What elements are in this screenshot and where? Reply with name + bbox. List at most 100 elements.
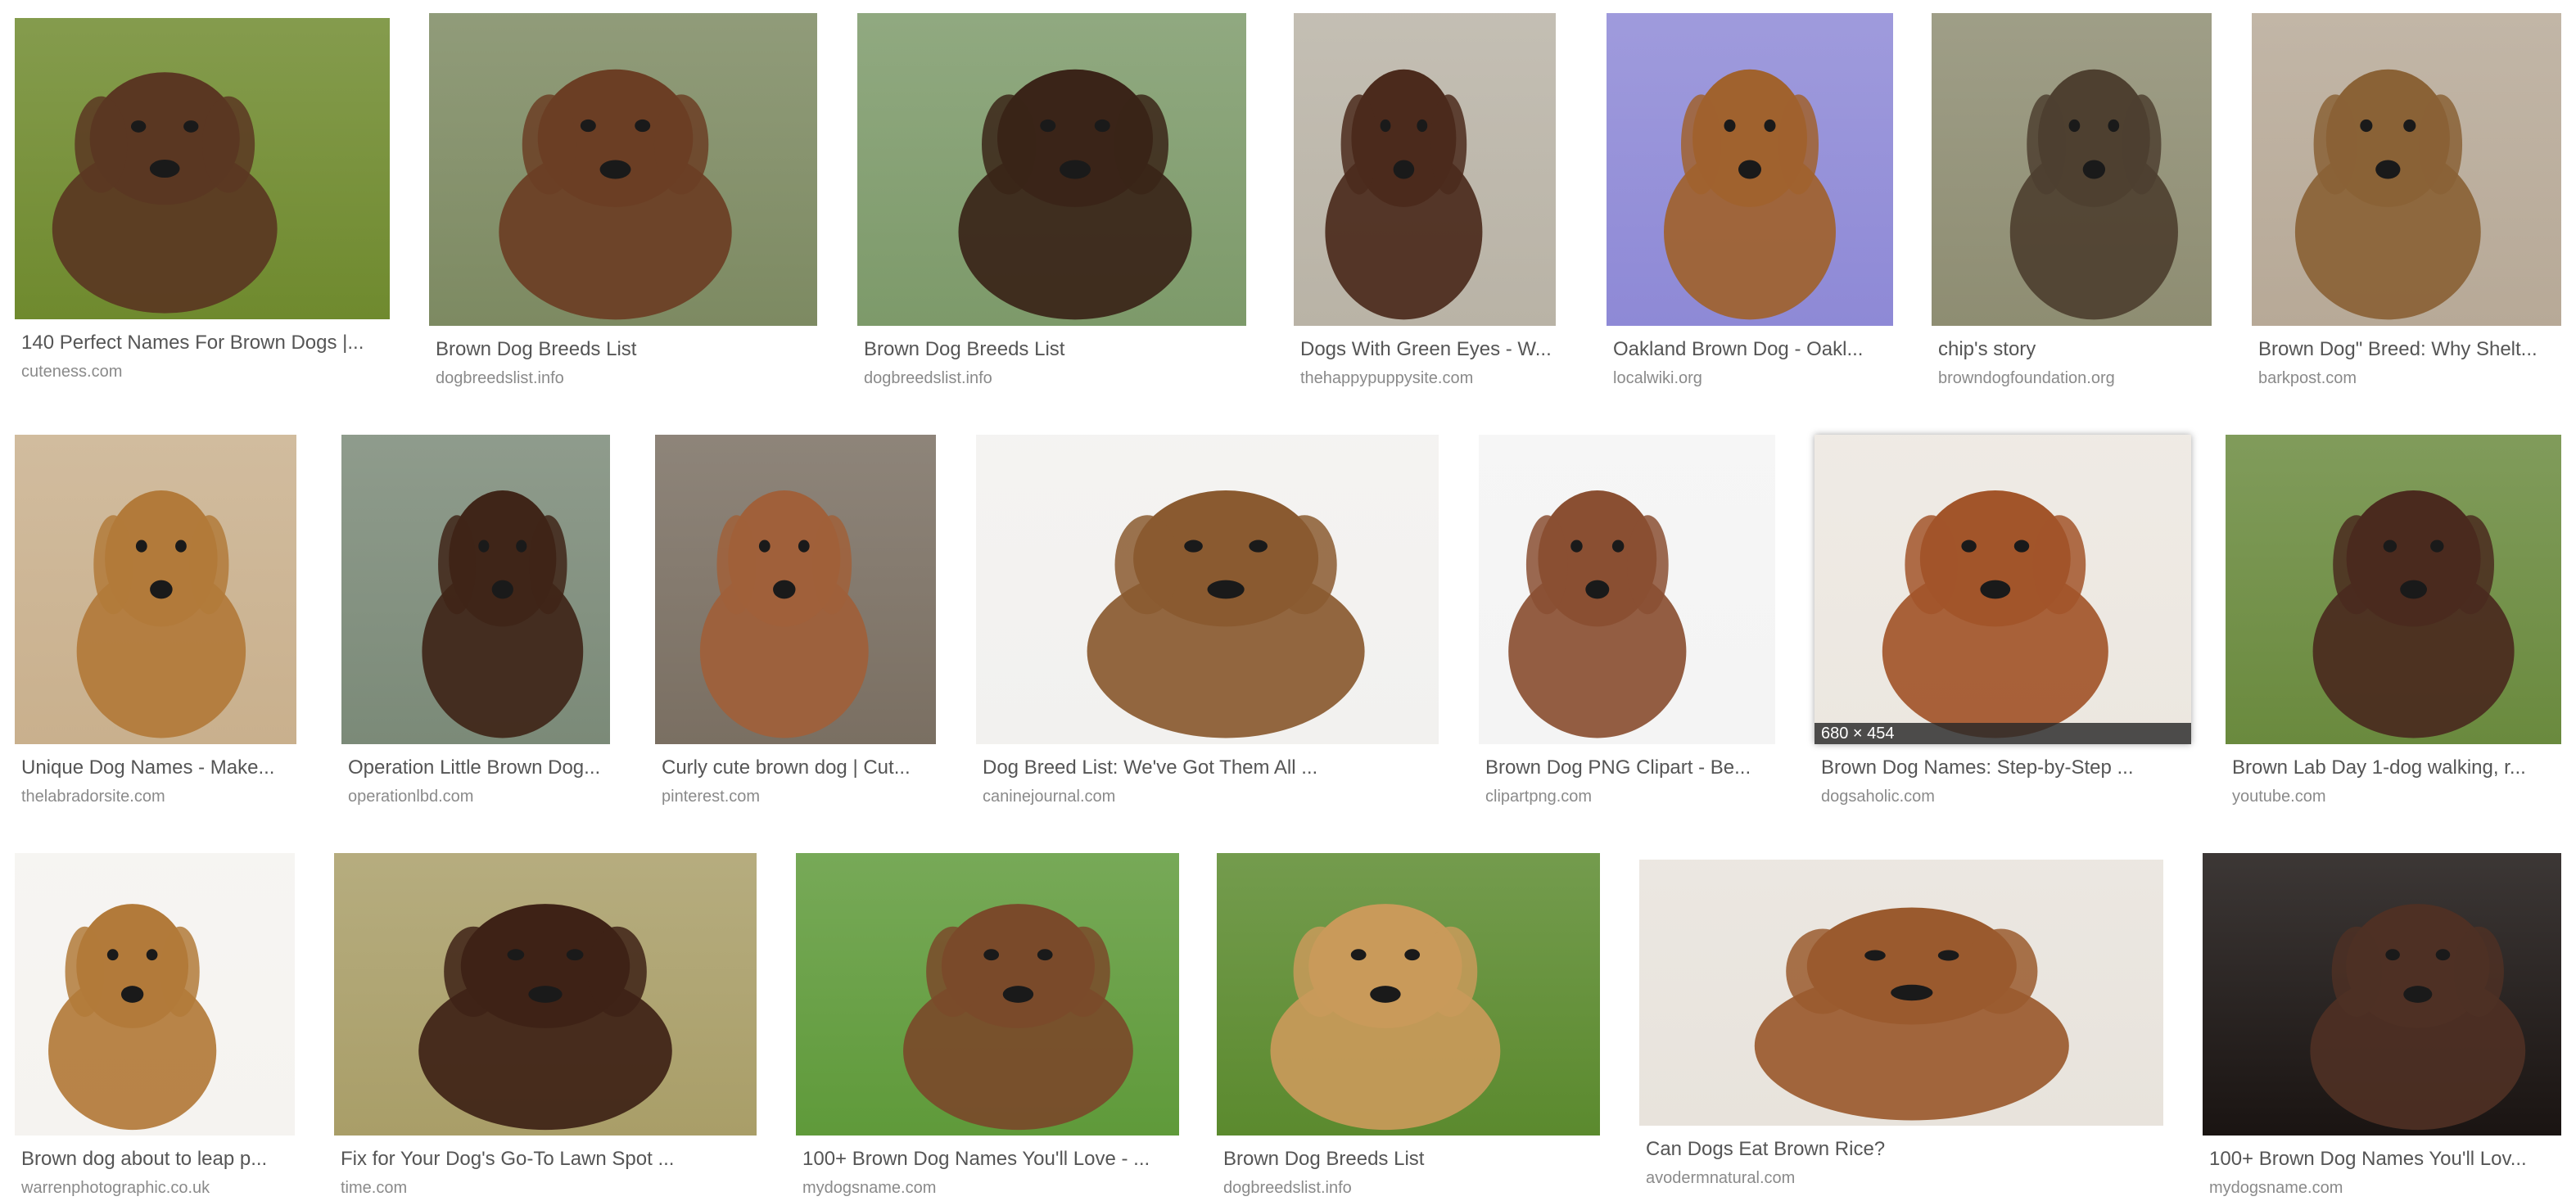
result-thumbnail[interactable] [2203, 853, 2561, 1136]
image-result-card[interactable]: 140 Perfect Names For Brown Dogs |... cut… [15, 18, 390, 385]
dog-photo-icon [15, 18, 390, 319]
dog-photo-icon [1639, 860, 2163, 1126]
result-title-link[interactable]: Brown Dog PNG Clipart - Be... [1485, 756, 1774, 780]
dog-photo-icon [1217, 853, 1600, 1136]
result-source-domain[interactable]: dogbreedslist.info [436, 368, 816, 388]
result-source-domain[interactable]: mydogsname.com [802, 1178, 1177, 1198]
result-thumbnail[interactable] [1479, 435, 1775, 744]
result-thumbnail[interactable] [334, 853, 757, 1136]
result-thumbnail[interactable] [15, 18, 390, 319]
image-result-card[interactable]: Can Dogs Eat Brown Rice? avodermnatural.c… [1639, 860, 2163, 1191]
image-result-card[interactable]: Brown Lab Day 1-dog walking, r... youtube… [2226, 435, 2561, 810]
result-thumbnail[interactable] [15, 853, 295, 1136]
image-result-card[interactable]: Brown Dog PNG Clipart - Be... clipartpng.… [1479, 435, 1775, 810]
result-source-domain[interactable]: time.com [341, 1178, 755, 1198]
image-result-card[interactable]: Operation Little Brown Dog... operationlb… [341, 435, 610, 810]
dog-photo-icon [655, 435, 936, 744]
image-dimensions-label: 680 × 454 [1814, 723, 2191, 744]
result-source-domain[interactable]: dogbreedslist.info [864, 368, 1245, 388]
result-source-domain[interactable]: thehappypuppysite.com [1300, 368, 1554, 388]
result-title-link[interactable]: Brown Dog Names: Step-by-Step ... [1821, 756, 2190, 780]
dog-photo-icon [796, 853, 1179, 1136]
result-thumbnail[interactable] [796, 853, 1179, 1136]
result-title-link[interactable]: 100+ Brown Dog Names You'll Love - ... [802, 1147, 1177, 1172]
result-thumbnail[interactable] [1607, 13, 1893, 326]
result-title-link[interactable]: 140 Perfect Names For Brown Dogs |... [21, 331, 388, 355]
result-thumbnail[interactable] [655, 435, 936, 744]
result-title-link[interactable]: Brown Lab Day 1-dog walking, r... [2232, 756, 2560, 780]
image-result-card[interactable]: Dogs With Green Eyes - W... thehappypuppy… [1294, 13, 1556, 391]
result-thumbnail[interactable] [1932, 13, 2212, 326]
result-thumbnail[interactable] [2226, 435, 2561, 744]
dog-photo-icon [341, 435, 610, 744]
result-thumbnail[interactable]: 680 × 454 [1814, 435, 2191, 744]
result-source-domain[interactable]: browndogfoundation.org [1938, 368, 2210, 388]
result-source-domain[interactable]: cuteness.com [21, 362, 388, 382]
dog-photo-icon [1932, 13, 2212, 326]
result-source-domain[interactable]: caninejournal.com [983, 787, 1437, 806]
result-title-link[interactable]: Brown Dog Breeds List [436, 337, 816, 362]
result-source-domain[interactable]: mydogsname.com [2209, 1178, 2560, 1198]
image-result-card[interactable]: 100+ Brown Dog Names You'll Lov... mydogs… [2203, 853, 2561, 1201]
result-thumbnail[interactable] [341, 435, 610, 744]
result-title-link[interactable]: Curly cute brown dog | Cut... [662, 756, 934, 780]
result-source-domain[interactable]: localwiki.org [1613, 368, 1891, 388]
result-title-link[interactable]: Dog Breed List: We've Got Them All ... [983, 756, 1437, 780]
result-thumbnail[interactable] [2252, 13, 2561, 326]
result-title-link[interactable]: Fix for Your Dog's Go-To Lawn Spot ... [341, 1147, 755, 1172]
dog-photo-icon [2203, 853, 2561, 1136]
result-thumbnail[interactable] [15, 435, 296, 744]
image-result-card[interactable]: 100+ Brown Dog Names You'll Love - ... my… [796, 853, 1179, 1201]
result-source-domain[interactable]: thelabradorsite.com [21, 787, 295, 806]
image-result-card[interactable]: Brown dog about to leap p... warrenphotog… [15, 853, 295, 1201]
result-source-domain[interactable]: avodermnatural.com [1646, 1168, 2162, 1188]
result-title-link[interactable]: Unique Dog Names - Make... [21, 756, 295, 780]
dog-photo-icon [857, 13, 1246, 326]
result-thumbnail[interactable] [1294, 13, 1556, 326]
result-title-link[interactable]: 100+ Brown Dog Names You'll Lov... [2209, 1147, 2560, 1172]
result-source-domain[interactable]: dogsaholic.com [1821, 787, 2190, 806]
result-title-link[interactable]: Dogs With Green Eyes - W... [1300, 337, 1554, 362]
dog-photo-icon [2226, 435, 2561, 744]
result-title-link[interactable]: Brown Dog" Breed: Why Shelt... [2258, 337, 2560, 362]
result-title-link[interactable]: Brown Dog Breeds List [864, 337, 1245, 362]
result-thumbnail[interactable] [1639, 860, 2163, 1126]
dog-photo-icon [2252, 13, 2561, 326]
image-result-card[interactable]: Brown Dog Breeds List dogbreedslist.info [857, 13, 1246, 391]
dog-photo-icon [976, 435, 1439, 744]
result-title-link[interactable]: Brown Dog Breeds List [1223, 1147, 1598, 1172]
image-result-card[interactable]: Curly cute brown dog | Cut... pinterest.c… [655, 435, 936, 810]
image-result-card[interactable]: chip's story browndogfoundation.org [1932, 13, 2212, 391]
result-source-domain[interactable]: pinterest.com [662, 787, 934, 806]
result-title-link[interactable]: chip's story [1938, 337, 2210, 362]
image-result-card[interactable]: Brown Dog" Breed: Why Shelt... barkpost.c… [2252, 13, 2561, 391]
result-thumbnail[interactable] [976, 435, 1439, 744]
result-source-domain[interactable]: barkpost.com [2258, 368, 2560, 388]
result-source-domain[interactable]: operationlbd.com [348, 787, 608, 806]
result-title-link[interactable]: Brown dog about to leap p... [21, 1147, 293, 1172]
dog-photo-icon [334, 853, 757, 1136]
image-result-card[interactable]: Fix for Your Dog's Go-To Lawn Spot ... ti… [334, 853, 757, 1201]
image-result-card[interactable]: Oakland Brown Dog - Oakl... localwiki.org [1607, 13, 1893, 391]
dog-photo-icon [429, 13, 817, 326]
result-source-domain[interactable]: clipartpng.com [1485, 787, 1774, 806]
dog-photo-icon [15, 435, 296, 744]
result-title-link[interactable]: Operation Little Brown Dog... [348, 756, 608, 780]
result-thumbnail[interactable] [429, 13, 817, 326]
result-source-domain[interactable]: warrenphotographic.co.uk [21, 1178, 293, 1198]
dog-photo-icon [1607, 13, 1893, 326]
result-title-link[interactable]: Can Dogs Eat Brown Rice? [1646, 1137, 2162, 1162]
image-result-card[interactable]: Brown Dog Breeds List dogbreedslist.info [429, 13, 817, 391]
result-thumbnail[interactable] [857, 13, 1246, 326]
image-result-card[interactable]: Dog Breed List: We've Got Them All ... ca… [976, 435, 1439, 810]
dog-photo-icon [1479, 435, 1775, 744]
image-result-card[interactable]: Brown Dog Breeds List dogbreedslist.info [1217, 853, 1600, 1201]
result-source-domain[interactable]: youtube.com [2232, 787, 2560, 806]
dog-photo-icon [1294, 13, 1556, 326]
image-result-card[interactable]: Unique Dog Names - Make... thelabradorsit… [15, 435, 296, 810]
image-result-card[interactable]: 680 × 454 Brown Dog Names: Step-by-Step .… [1814, 435, 2191, 810]
result-source-domain[interactable]: dogbreedslist.info [1223, 1178, 1598, 1198]
dog-photo-icon [15, 853, 295, 1136]
result-thumbnail[interactable] [1217, 853, 1600, 1136]
result-title-link[interactable]: Oakland Brown Dog - Oakl... [1613, 337, 1891, 362]
